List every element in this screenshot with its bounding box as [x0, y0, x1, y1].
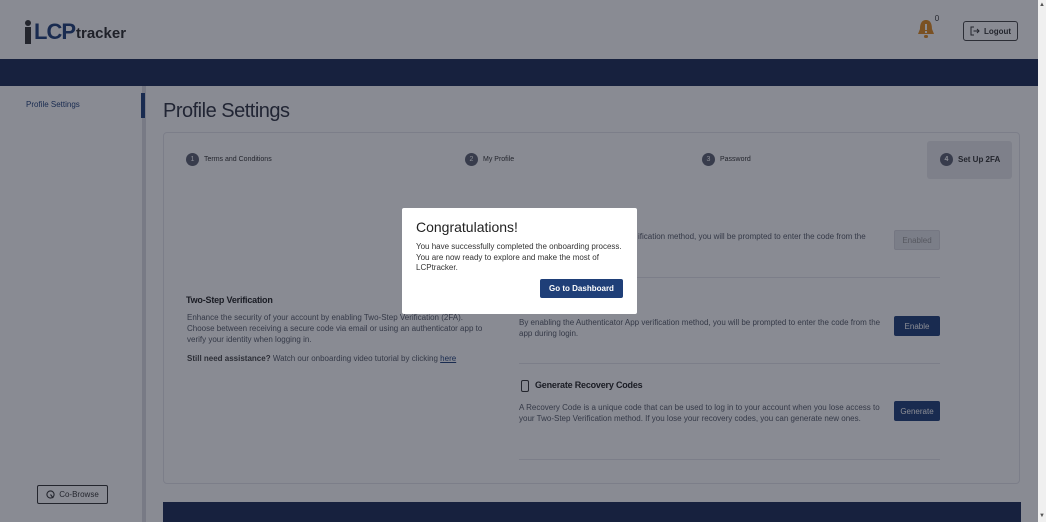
page-scrollbar[interactable]: ▲ ▼ — [1038, 0, 1046, 522]
scroll-up-arrow-icon[interactable]: ▲ — [1039, 1, 1045, 9]
scroll-down-arrow-icon[interactable]: ▼ — [1039, 512, 1045, 520]
go-to-dashboard-button[interactable]: Go to Dashboard — [540, 279, 623, 298]
congratulations-modal: Congratulations! You have successfully c… — [402, 208, 637, 314]
modal-message: You have successfully completed the onbo… — [416, 242, 622, 272]
modal-title: Congratulations! — [416, 219, 518, 235]
